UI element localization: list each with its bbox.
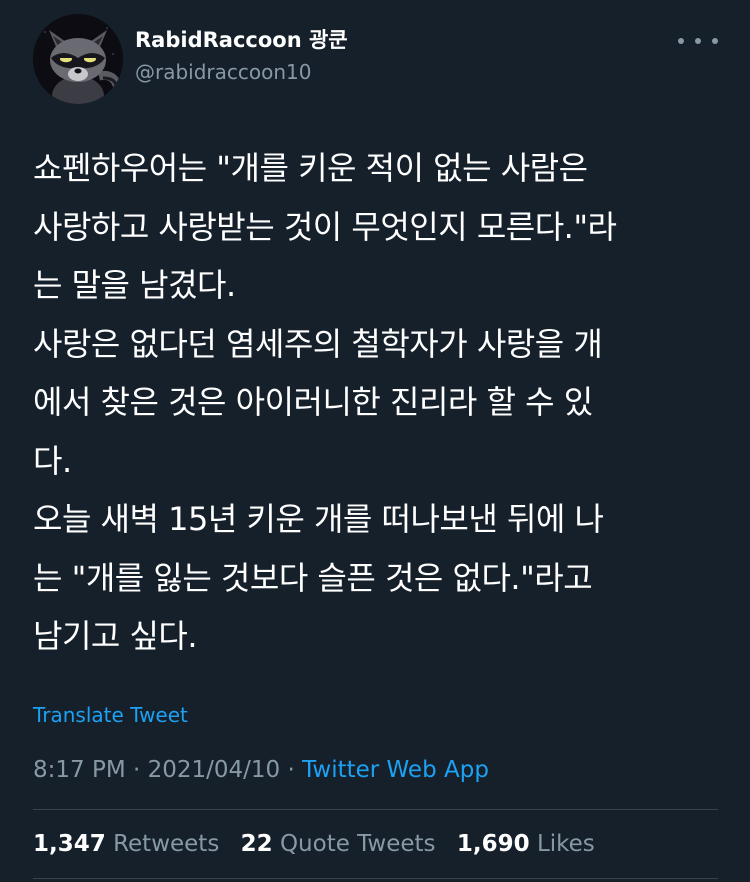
user-handle[interactable]: @rabidraccoon10 xyxy=(135,60,312,84)
tweet-text: 쇼펜하우어는 "개를 키운 적이 없는 사람은 사랑하고 사랑받는 것이 무엇인… xyxy=(33,139,723,666)
tweet-line: 는 말을 남겼다. xyxy=(33,266,236,304)
display-name[interactable]: RabidRaccoon 광쿤 xyxy=(135,24,348,54)
tweet-line: 는 "개를 잃는 것보다 슬픈 것은 없다."라고 xyxy=(33,558,593,597)
quote-tweets-count: 22 xyxy=(240,831,273,857)
meta-separator: · xyxy=(280,757,303,783)
likes-label: Likes xyxy=(536,831,595,857)
tweet-stats: 1,347 Retweets 22 Quote Tweets 1,690 Lik… xyxy=(33,831,609,857)
raccoon-avatar-image xyxy=(33,14,123,104)
retweets-label: Retweets xyxy=(113,831,220,857)
likes-stat[interactable]: 1,690 Likes xyxy=(457,831,595,857)
more-dot xyxy=(695,38,701,44)
translate-tweet-link[interactable]: Translate Tweet xyxy=(33,703,188,727)
more-dot xyxy=(712,38,718,44)
avatar[interactable] xyxy=(33,14,123,104)
tweet-line: 오늘 새벽 15년 키운 개를 떠나보낸 뒤에 나 xyxy=(33,500,604,538)
divider xyxy=(33,809,718,810)
likes-count: 1,690 xyxy=(456,831,530,857)
tweet-date[interactable]: 2021/04/10 xyxy=(148,757,281,783)
tweet-line: 사랑하고 사랑받는 것이 무엇인지 모른다."라 xyxy=(33,207,617,246)
tweet-source-link[interactable]: Twitter Web App xyxy=(302,757,489,783)
retweets-count: 1,347 xyxy=(33,831,106,857)
more-horizontal-icon[interactable] xyxy=(678,34,718,48)
retweets-stat[interactable]: 1,347 Retweets xyxy=(33,831,219,857)
meta-separator: · xyxy=(125,757,148,783)
tweet-line: 사랑은 없다던 염세주의 철학자가 사랑을 개 xyxy=(33,324,603,363)
more-dot xyxy=(678,38,684,44)
tweet-line: 남기고 싶다. xyxy=(33,617,198,655)
tweet-time[interactable]: 8:17 PM xyxy=(33,757,126,783)
quote-tweets-label: Quote Tweets xyxy=(279,831,436,857)
tweet-line: 다. xyxy=(33,441,72,480)
tweet-line: 에서 찾은 것은 아이러니한 진리라 할 수 있 xyxy=(33,383,593,421)
tweet-line: 쇼펜하우어는 "개를 키운 적이 없는 사람은 xyxy=(33,149,588,187)
divider xyxy=(33,878,718,879)
tweet-meta: 8:17 PM · 2021/04/10 · Twitter Web App xyxy=(33,757,489,783)
quote-tweets-stat[interactable]: 22 Quote Tweets xyxy=(241,831,436,857)
